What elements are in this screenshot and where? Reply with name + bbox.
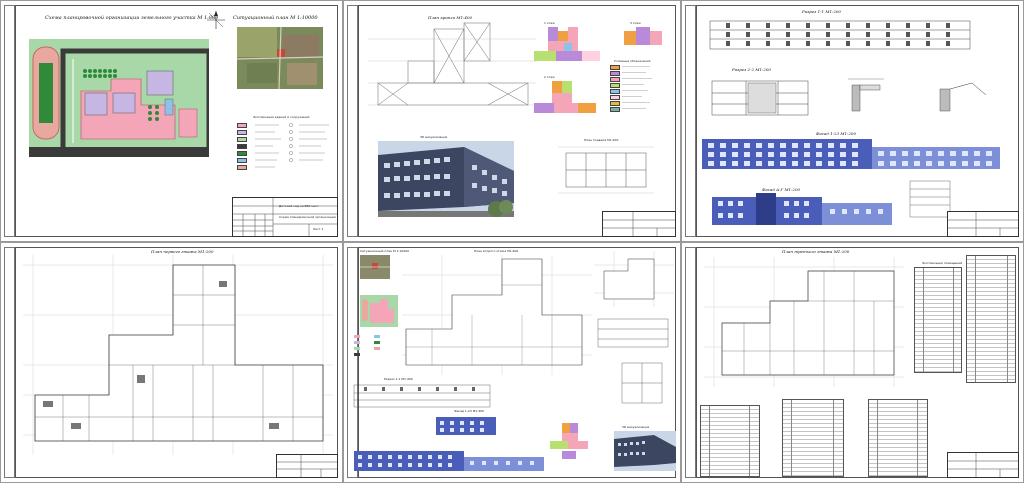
facade-1-title: Фасад 1-23 М1:200 <box>816 131 857 136</box>
facade-2-title: Фасад А-Г М1:200 <box>762 187 801 192</box>
section-1-drawing <box>709 20 971 50</box>
rooms-table <box>782 399 844 477</box>
floor-3-zoning <box>624 27 662 45</box>
section-2-drawing <box>711 80 809 116</box>
basement-plan-drawing <box>558 146 654 194</box>
floor-label: 1 этаж <box>544 21 555 25</box>
construction-detail <box>848 78 884 112</box>
render-caption-small: 3D визуализация <box>622 425 650 429</box>
wall-section-detail <box>909 180 951 218</box>
floor-label: 2 этаж <box>544 75 555 79</box>
sheet-margin-strip <box>4 247 15 478</box>
sheet-margin-strip <box>685 5 696 237</box>
section-small <box>597 318 669 348</box>
site-legend-title: Экспликация зданий и сооружений <box>253 115 310 119</box>
roof-plan-drawing <box>368 22 536 106</box>
situation-plan-title: Ситуационный план М 1:10000 <box>233 15 318 21</box>
rooms-table <box>700 405 760 477</box>
floor-1-zoning <box>534 27 600 61</box>
sheet-site-plan[interactable]: Схема планировочной организации земельно… <box>0 0 343 242</box>
section-2-title: Разрез 2-2 М1:200 <box>732 67 771 72</box>
facade-drawing-small-b <box>354 451 544 471</box>
second-floor-plan-small <box>402 255 592 375</box>
site-plan-drawing <box>29 39 209 157</box>
sheet-third-floor-plan[interactable]: План третьего этажа М1:200 Экспликация п… <box>681 242 1024 483</box>
situation-plan-photo <box>237 27 323 89</box>
title-block-stamp <box>602 211 676 237</box>
section-detail-small <box>621 362 663 404</box>
sheet-margin-strip <box>685 247 696 478</box>
basement-plan-caption: План подвала М1:200 <box>584 138 619 142</box>
rooms-table <box>966 255 1016 383</box>
sheet-sections-facades[interactable]: Разрез 1-1 М1:200 Разрез 2-2 М1:200 Фаса… <box>681 0 1024 242</box>
render-caption: 3D визуализация <box>420 135 448 139</box>
rooms-table-title: Экспликация помещений <box>922 261 963 265</box>
sheet-margin-strip <box>4 5 15 237</box>
small-legend <box>354 335 394 365</box>
render-3d-small <box>614 431 676 471</box>
construction-detail <box>939 82 987 112</box>
zoning-small <box>550 423 588 459</box>
situation-photo-small <box>360 255 390 279</box>
render-3d-image <box>378 141 514 217</box>
second-floor-caption: План второго этажа М1:400 <box>474 249 519 253</box>
section-1-title: Разрез 1-1 М1:200 <box>802 9 841 14</box>
site-plan-small <box>360 295 398 327</box>
zoning-legend <box>610 65 670 125</box>
title-block-stamp <box>947 211 1019 237</box>
sheet-roof-plan[interactable]: План кровли М1:400 1 этаж 3 этаж 2 этаж … <box>343 0 681 242</box>
roof-plan-title: План кровли М1:400 <box>428 15 473 20</box>
third-floor-plan-drawing <box>704 257 904 387</box>
rooms-table <box>914 267 962 373</box>
sheet-first-floor-plan[interactable]: План первого этажа М1:200 <box>0 242 343 483</box>
sheet-margin-strip <box>347 5 358 237</box>
rooms-table <box>868 399 928 477</box>
facade-drawing-small-a <box>436 417 496 435</box>
zoning-legend-title: Условные обозначения <box>614 59 651 63</box>
site-plan-title: Схема планировочной организации земельно… <box>45 15 219 21</box>
situation-caption: Ситуационный план М 1:10000 <box>360 249 410 253</box>
first-floor-title: План первого этажа М1:200 <box>151 249 214 254</box>
first-floor-plan-drawing <box>23 255 333 455</box>
title-block-stamp: Детский сад на 280 мест Схема планировоч… <box>232 197 338 237</box>
facade-caption: Фасад 1-23 М1:400 <box>454 409 484 413</box>
compass-rose-icon <box>207 11 225 29</box>
title-block-stamp <box>276 454 338 478</box>
facade-2-drawing <box>712 193 892 225</box>
floor-2-zoning <box>534 81 596 113</box>
floor-label: 3 этаж <box>630 21 641 25</box>
sheet-composite-overview[interactable]: Ситуационный план М 1:10000 План второго… <box>343 242 681 483</box>
section-drawing-small <box>353 384 491 408</box>
title-block-stamp <box>947 452 1019 478</box>
site-legend <box>237 123 337 183</box>
third-floor-plan-small <box>594 251 674 307</box>
facade-1-drawing <box>702 139 1000 169</box>
third-floor-title: План третьего этажа М1:200 <box>782 249 850 254</box>
